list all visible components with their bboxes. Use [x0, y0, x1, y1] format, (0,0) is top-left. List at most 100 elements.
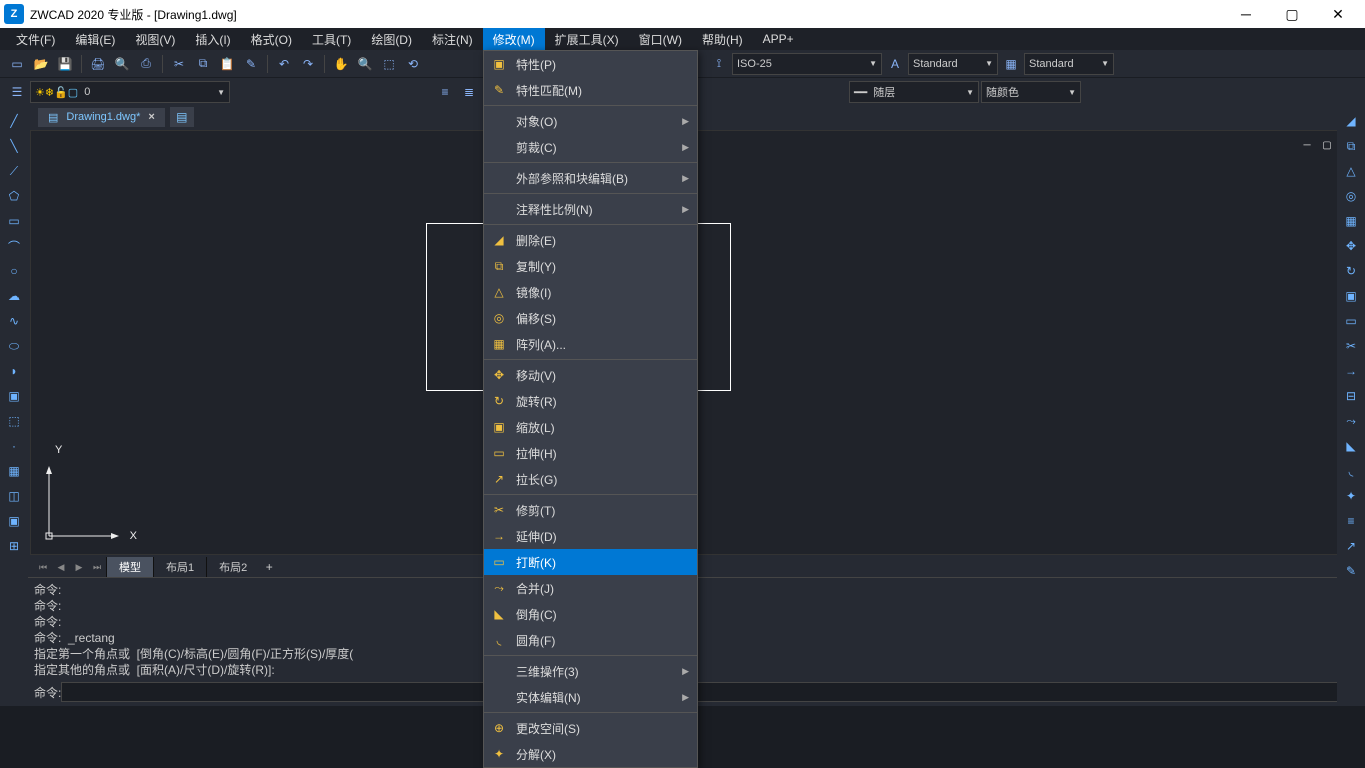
- modify-menu-item[interactable]: ▣缩放(L): [484, 414, 697, 440]
- modify-menu-item[interactable]: ⧉复制(Y): [484, 253, 697, 279]
- modify-menu-item[interactable]: 对象(O)▶: [484, 108, 697, 134]
- layout-add[interactable]: +: [259, 560, 279, 574]
- erase-tool[interactable]: ◢: [1339, 110, 1363, 132]
- arc-tool[interactable]: ⌒: [2, 235, 26, 257]
- modify-menu-item[interactable]: ▣特性(P): [484, 51, 697, 77]
- modify-menu-item[interactable]: ◟圆角(F): [484, 627, 697, 653]
- layout-tab[interactable]: 布局2: [206, 557, 259, 577]
- menu-modify[interactable]: 修改(M): [483, 28, 545, 51]
- modify-menu-item[interactable]: ✦分解(X): [484, 741, 697, 767]
- publish-button[interactable]: ⎙: [135, 53, 157, 75]
- scale-tool[interactable]: ▣: [1339, 285, 1363, 307]
- menu-insert[interactable]: 插入(I): [185, 28, 240, 51]
- menu-draw[interactable]: 绘图(D): [361, 28, 422, 51]
- circle-tool[interactable]: ○: [2, 260, 26, 282]
- file-tab-active[interactable]: ▤ Drawing1.dwg* ×: [38, 108, 165, 127]
- zoom-window-button[interactable]: ⬚: [378, 53, 400, 75]
- modify-menu-item[interactable]: ✂修剪(T): [484, 497, 697, 523]
- modify-menu-item[interactable]: ◎偏移(S): [484, 305, 697, 331]
- point-tool[interactable]: ·: [2, 435, 26, 457]
- region-tool[interactable]: ▣: [2, 510, 26, 532]
- zoom-prev-button[interactable]: ⟲: [402, 53, 424, 75]
- rotate-tool[interactable]: ↻: [1339, 260, 1363, 282]
- save-button[interactable]: 💾: [54, 53, 76, 75]
- modify-menu-item[interactable]: ✥移动(V): [484, 362, 697, 388]
- canvas-restore[interactable]: ▢: [1318, 137, 1336, 153]
- lineweight-dropdown[interactable]: ━━ 随层 ▼: [849, 81, 979, 103]
- cut-button[interactable]: ✂: [168, 53, 190, 75]
- layout-prev[interactable]: ◀: [52, 558, 70, 576]
- modify-menu-item[interactable]: 外部参照和块编辑(B)▶: [484, 165, 697, 191]
- modify-menu-item[interactable]: ⤳合并(J): [484, 575, 697, 601]
- modify-menu-item[interactable]: →延伸(D): [484, 523, 697, 549]
- edit-tool[interactable]: ✎: [1339, 560, 1363, 582]
- offset-tool[interactable]: ◎: [1339, 185, 1363, 207]
- modify-menu-item[interactable]: 注释性比例(N)▶: [484, 196, 697, 222]
- hatch-tool[interactable]: ▦: [2, 460, 26, 482]
- move-tool[interactable]: ✥: [1339, 235, 1363, 257]
- modify-menu-item[interactable]: ⊕更改空间(S): [484, 715, 697, 741]
- paste-button[interactable]: 📋: [216, 53, 238, 75]
- block-insert-tool[interactable]: ▣: [2, 385, 26, 407]
- layout-last[interactable]: ⏭: [88, 558, 106, 576]
- new-button[interactable]: ▭: [6, 53, 28, 75]
- break-tool[interactable]: ⊟: [1339, 385, 1363, 407]
- zoom-button[interactable]: 🔍: [354, 53, 376, 75]
- layout-tab[interactable]: 模型: [106, 557, 153, 577]
- pan-button[interactable]: ✋: [330, 53, 352, 75]
- align-left-button[interactable]: ≡: [434, 81, 456, 103]
- menu-window[interactable]: 窗口(W): [629, 28, 692, 51]
- open-button[interactable]: 📂: [30, 53, 52, 75]
- redo-button[interactable]: ↷: [297, 53, 319, 75]
- menu-view[interactable]: 视图(V): [125, 28, 185, 51]
- minimize-button[interactable]: ─: [1223, 0, 1269, 28]
- block-create-tool[interactable]: ⬚: [2, 410, 26, 432]
- modify-menu-item[interactable]: ▦阵列(A)...: [484, 331, 697, 357]
- align-center-button[interactable]: ≣: [458, 81, 480, 103]
- ellipsearc-tool[interactable]: ◗: [2, 360, 26, 382]
- polygon-tool[interactable]: ⬠: [2, 185, 26, 207]
- table-tool[interactable]: ⊞: [2, 535, 26, 557]
- fillet-tool[interactable]: ◟: [1339, 460, 1363, 482]
- modify-menu-item[interactable]: ◣倒角(C): [484, 601, 697, 627]
- menu-tools[interactable]: 工具(T): [302, 28, 361, 51]
- menu-file[interactable]: 文件(F): [6, 28, 65, 51]
- layer-manager-button[interactable]: ☰: [6, 81, 28, 103]
- modify-menu-item[interactable]: 三维操作(3)▶: [484, 658, 697, 684]
- modify-menu-item[interactable]: △镜像(I): [484, 279, 697, 305]
- array-tool[interactable]: ▦: [1339, 210, 1363, 232]
- plotstyle-dropdown[interactable]: 随颜色 ▼: [981, 81, 1081, 103]
- rectangle-tool[interactable]: ▭: [2, 210, 26, 232]
- command-input[interactable]: [61, 682, 1359, 702]
- table-style-icon[interactable]: ▦: [1000, 53, 1022, 75]
- align-tool[interactable]: ≡: [1339, 510, 1363, 532]
- layout-next[interactable]: ▶: [70, 558, 88, 576]
- modify-menu-item[interactable]: ▭拉伸(H): [484, 440, 697, 466]
- modify-menu-item[interactable]: ▭打断(K): [484, 549, 697, 575]
- stretch-tool[interactable]: ▭: [1339, 310, 1363, 332]
- text-style-dropdown[interactable]: Standard▼: [908, 53, 998, 75]
- undo-button[interactable]: ↶: [273, 53, 295, 75]
- menu-app[interactable]: APP+: [753, 29, 804, 49]
- spline-tool[interactable]: ∿: [2, 310, 26, 332]
- file-tab-close[interactable]: ×: [148, 111, 154, 123]
- revcloud-tool[interactable]: ☁: [2, 285, 26, 307]
- canvas-minimize[interactable]: ─: [1298, 137, 1316, 153]
- menu-help[interactable]: 帮助(H): [692, 28, 753, 51]
- layout-tab[interactable]: 布局1: [153, 557, 206, 577]
- layout-first[interactable]: ⏮: [34, 558, 52, 576]
- modify-menu-item[interactable]: ◢删除(E): [484, 227, 697, 253]
- text-style-icon[interactable]: A: [884, 53, 906, 75]
- menu-dim[interactable]: 标注(N): [422, 28, 483, 51]
- menu-edit[interactable]: 编辑(E): [65, 28, 125, 51]
- table-style-dropdown[interactable]: Standard▼: [1024, 53, 1114, 75]
- print-button[interactable]: 🖨: [87, 53, 109, 75]
- extend-tool[interactable]: →: [1339, 360, 1363, 382]
- pline-tool[interactable]: ⟋: [2, 160, 26, 182]
- modify-menu-item[interactable]: 剪裁(C)▶: [484, 134, 697, 160]
- modify-menu-item[interactable]: ↻旋转(R): [484, 388, 697, 414]
- modify-menu-item[interactable]: ↗拉长(G): [484, 466, 697, 492]
- line-tool[interactable]: ╱: [2, 110, 26, 132]
- file-tab-list[interactable]: ▤: [170, 107, 194, 127]
- trim-tool[interactable]: ✂: [1339, 335, 1363, 357]
